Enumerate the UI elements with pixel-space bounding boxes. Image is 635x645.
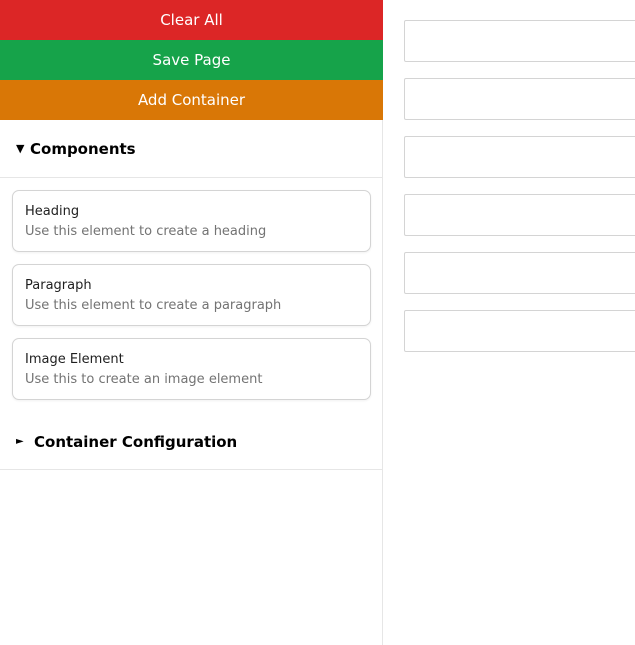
container-configuration-title: Container Configuration [34,432,238,451]
component-card-image-element[interactable]: Image Element Use this to create an imag… [12,338,371,400]
component-title: Heading [25,204,80,219]
component-title: Image Element [25,352,124,367]
component-description: Use this to create an image element [25,372,263,387]
container-configuration-toggle[interactable]: ► Container Configuration [0,414,382,470]
sidebar: Clear All Save Page Add Container ▼ Comp… [0,0,383,645]
component-card-paragraph[interactable]: Paragraph Use this element to create a p… [12,264,371,326]
component-card-heading[interactable]: Heading Use this element to create a hea… [12,190,371,252]
page-container[interactable] [404,194,635,236]
component-title: Paragraph [25,278,92,293]
component-description: Use this element to create a heading [25,224,267,239]
components-section-title: Components [30,139,136,158]
page-container[interactable] [404,78,635,120]
components-section-toggle[interactable]: ▼ Components [0,120,382,178]
caret-down-icon: ▼ [16,142,25,155]
page-canvas [384,0,635,645]
component-description: Use this element to create a paragraph [25,298,282,313]
page-container[interactable] [404,310,635,352]
save-page-button[interactable]: Save Page [0,40,383,80]
caret-right-icon: ► [16,436,24,447]
page-container[interactable] [404,136,635,178]
clear-all-button[interactable]: Clear All [0,0,383,40]
components-list: Heading Use this element to create a hea… [0,178,382,414]
add-container-button[interactable]: Add Container [0,80,383,120]
page-builder-app: Clear All Save Page Add Container ▼ Comp… [0,0,635,645]
page-container[interactable] [404,252,635,294]
page-container[interactable] [404,20,635,62]
